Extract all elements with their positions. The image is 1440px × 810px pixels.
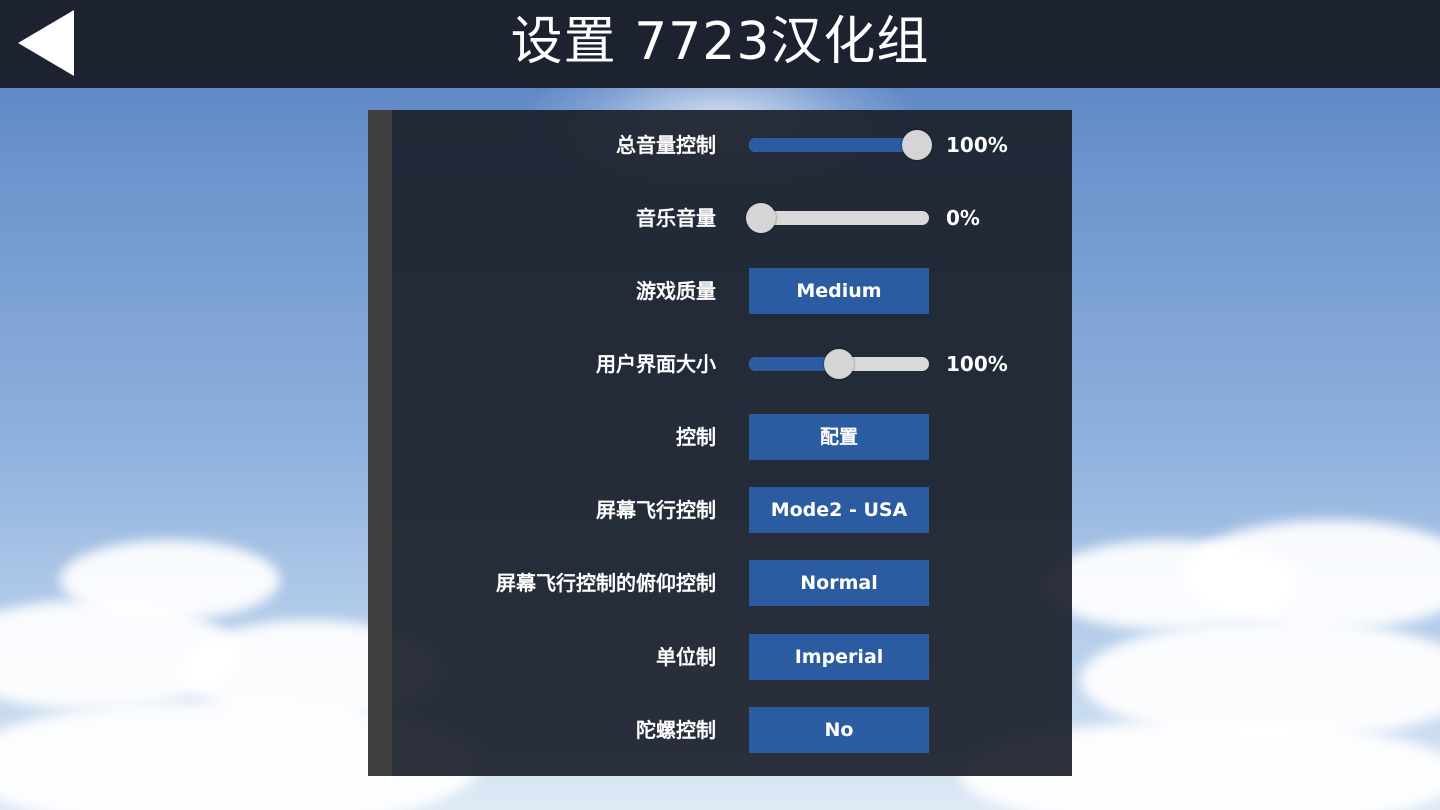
slider-thumb[interactable]	[902, 130, 932, 160]
top-bar: 设置 7723汉化组	[0, 0, 1440, 88]
setting-row-gyro-control: 陀螺控制 No	[368, 707, 1072, 753]
slider-value: 100%	[946, 352, 1008, 376]
gyro-control-button[interactable]: No	[749, 707, 929, 753]
screen-pitch-control-button[interactable]: Normal	[749, 560, 929, 606]
setting-label: 游戏质量	[636, 279, 716, 303]
setting-label: 音乐音量	[636, 206, 716, 230]
setting-label: 用户界面大小	[596, 352, 716, 376]
page-title: 设置 7723汉化组	[510, 12, 930, 72]
setting-row-controls: 控制 配置	[368, 414, 1072, 460]
cloud	[60, 540, 280, 620]
setting-row-units: 单位制 Imperial	[368, 634, 1072, 680]
setting-label: 陀螺控制	[636, 718, 716, 742]
setting-label: 总音量控制	[616, 133, 716, 157]
slider-track[interactable]	[749, 211, 929, 225]
music-volume-slider[interactable]	[746, 195, 929, 241]
screen-flight-controls-button[interactable]: Mode2 - USA	[749, 487, 929, 533]
setting-label: 控制	[676, 425, 716, 449]
setting-row-music-volume: 音乐音量 0%	[368, 195, 1072, 241]
game-quality-button[interactable]: Medium	[749, 268, 929, 314]
setting-row-ui-size: 用户界面大小 100%	[368, 341, 1072, 387]
slider-value: 100%	[946, 133, 1008, 157]
settings-panel: 总音量控制 100% 音乐音量 0% 游戏质量 Medium 用户界面大小 100% 控制 配置屏…	[368, 110, 1072, 776]
slider-value: 0%	[946, 206, 980, 230]
slider-thumb[interactable]	[746, 203, 776, 233]
ui-size-slider[interactable]	[749, 341, 929, 387]
slider-thumb[interactable]	[824, 349, 854, 379]
setting-row-game-quality: 游戏质量 Medium	[368, 268, 1072, 314]
setting-label: 单位制	[656, 645, 716, 669]
setting-label: 屏幕飞行控制	[596, 498, 716, 522]
setting-row-screen-flight-controls: 屏幕飞行控制 Mode2 - USA	[368, 487, 1072, 533]
setting-row-screen-pitch-control: 屏幕飞行控制的俯仰控制 Normal	[368, 560, 1072, 606]
master-volume-slider[interactable]	[749, 122, 932, 168]
controls-button[interactable]: 配置	[749, 414, 929, 460]
units-button[interactable]: Imperial	[749, 634, 929, 680]
setting-label: 屏幕飞行控制的俯仰控制	[496, 571, 716, 595]
setting-row-master-volume: 总音量控制 100%	[368, 122, 1072, 168]
